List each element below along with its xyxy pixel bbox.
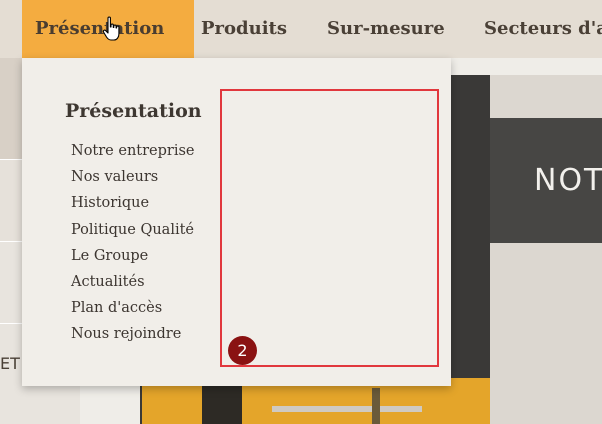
annotation-badge: 2	[228, 336, 257, 365]
background-right-panel: NOT	[490, 75, 602, 424]
nav-item-produits[interactable]: Produits	[201, 0, 287, 58]
panel-heading-band: NOT	[490, 118, 602, 243]
background-left-text: ET	[0, 354, 20, 373]
dropdown-link-list: Notre entreprise Nos valeurs Historique …	[71, 140, 195, 350]
dropdown-link-le-groupe[interactable]: Le Groupe	[71, 245, 195, 271]
dropdown-title: Présentation	[65, 100, 202, 122]
presentation-dropdown-menu: Présentation Notre entreprise Nos valeur…	[22, 58, 451, 386]
main-navigation: Présentation Produits Sur-mesure Secteur…	[0, 0, 602, 58]
dropdown-link-politique-qualite[interactable]: Politique Qualité	[71, 219, 195, 245]
hand-pointer-icon	[102, 16, 120, 41]
nav-item-secteurs[interactable]: Secteurs d'ac	[484, 0, 602, 58]
annotation-highlight-box	[220, 89, 439, 367]
dropdown-link-actualites[interactable]: Actualités	[71, 271, 195, 297]
panel-heading-text: NOT	[534, 163, 602, 198]
nav-item-sur-mesure[interactable]: Sur-mesure	[327, 0, 445, 58]
dropdown-link-historique[interactable]: Historique	[71, 192, 195, 218]
dropdown-link-nos-valeurs[interactable]: Nos valeurs	[71, 166, 195, 192]
dropdown-link-notre-entreprise[interactable]: Notre entreprise	[71, 140, 195, 166]
dropdown-link-plan-acces[interactable]: Plan d'accès	[71, 297, 195, 323]
dropdown-link-nous-rejoindre[interactable]: Nous rejoindre	[71, 323, 195, 349]
